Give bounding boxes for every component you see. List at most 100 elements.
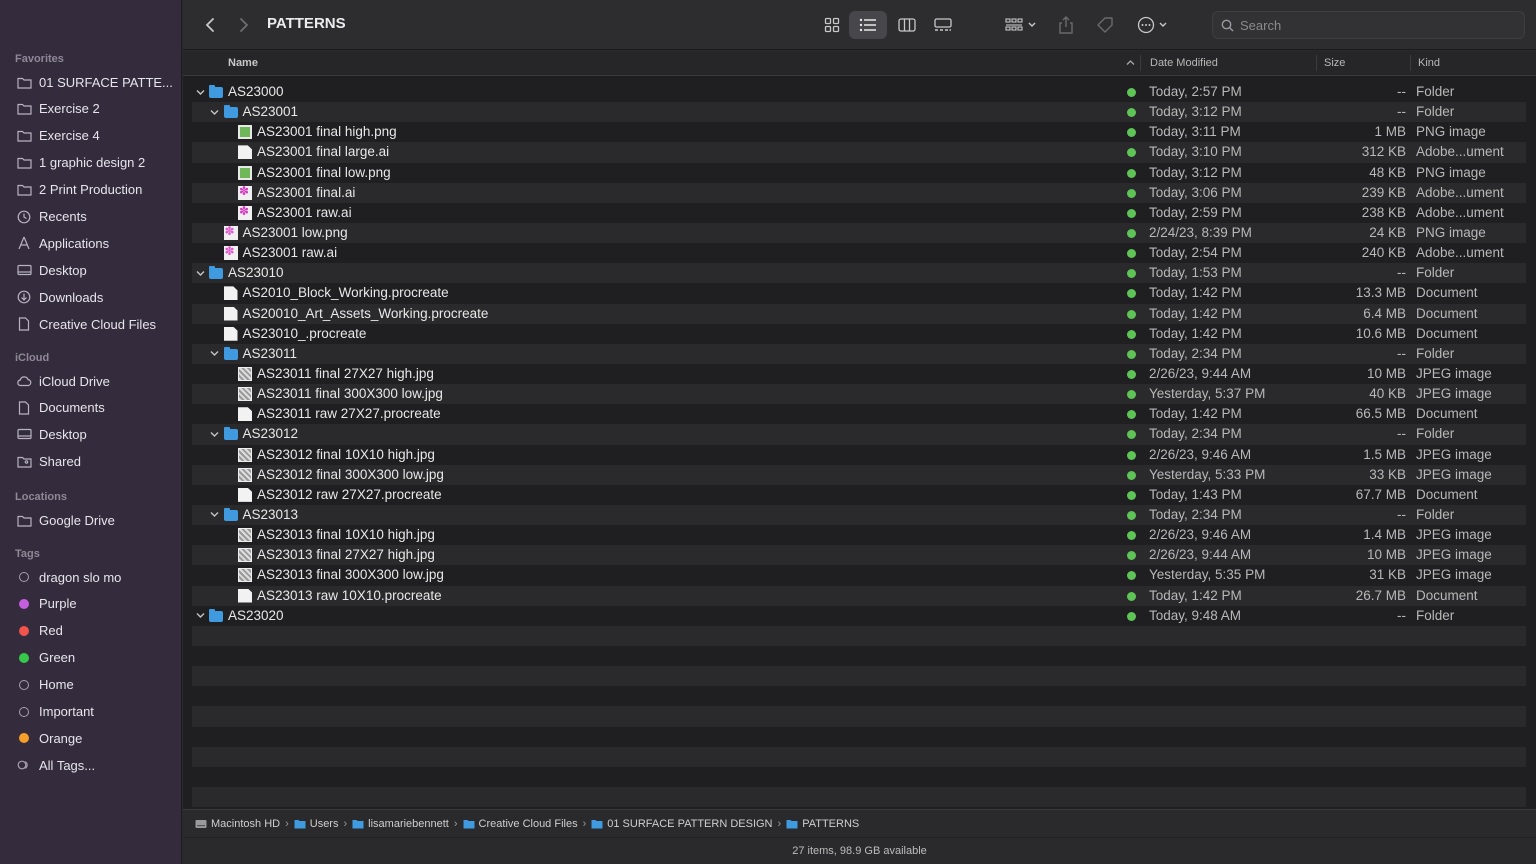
sync-status-icon xyxy=(1127,430,1136,440)
table-row[interactable]: AS23012 Today, 2:34 PM -- Folder xyxy=(192,424,1526,445)
table-row[interactable]: AS23011 final 27X27 high.jpg 2/26/23, 9:4… xyxy=(192,364,1526,384)
disclosure-chevron-down-icon[interactable] xyxy=(210,509,220,521)
sidebar-favorite-item[interactable]: 1 graphic design 2 xyxy=(16,153,176,173)
search-field[interactable] xyxy=(1212,11,1525,39)
disclosure-chevron-down-icon[interactable] xyxy=(210,348,220,360)
icon-view-button[interactable] xyxy=(817,11,847,39)
path-bar-item[interactable]: lisamariebennett xyxy=(352,818,449,830)
table-row[interactable]: AS23000 Today, 2:57 PM -- Folder xyxy=(192,82,1526,102)
date-modified: Today, 1:42 PM xyxy=(1149,285,1242,301)
sidebar-favorite-item[interactable]: 01 SURFACE PATTE... xyxy=(16,72,176,92)
file-size: 312 KB xyxy=(1361,144,1406,160)
more-actions-button[interactable] xyxy=(1133,11,1171,39)
sidebar-favorite-item[interactable]: Exercise 4 xyxy=(16,126,176,146)
sidebar-icloud-item[interactable]: Desktop xyxy=(16,425,176,445)
grid-icon xyxy=(824,17,840,33)
path-bar-item[interactable]: 01 SURFACE PATTERN DESIGN xyxy=(591,818,773,830)
sidebar-icloud-item[interactable]: iCloud Drive xyxy=(16,371,176,391)
group-by-button[interactable] xyxy=(1001,11,1041,39)
back-button[interactable] xyxy=(199,11,221,39)
table-row[interactable]: AS23011 raw 27X27.procreate Today, 1:42 P… xyxy=(192,404,1526,424)
tag-button[interactable] xyxy=(1093,11,1117,39)
column-kind[interactable]: Kind xyxy=(1418,57,1440,69)
file-kind: JPEG image xyxy=(1416,365,1492,381)
table-row[interactable]: AS23020 Today, 9:48 AM -- Folder xyxy=(192,606,1526,626)
table-row[interactable]: AS23001 raw.ai Today, 2:54 PM 240 KB Adobe.… xyxy=(192,243,1526,263)
column-name[interactable]: Name xyxy=(228,57,258,69)
sidebar-favorite-item[interactable]: Creative Cloud Files xyxy=(16,314,176,334)
table-row[interactable]: AS23013 final 27X27 high.jpg 2/26/23, 9:4… xyxy=(192,545,1526,566)
file-kind: PNG image xyxy=(1416,224,1486,240)
table-row[interactable]: AS23010 Today, 1:53 PM -- Folder xyxy=(192,263,1526,284)
table-row[interactable]: AS23013 final 10X10 high.jpg 2/26/23, 9:4… xyxy=(192,525,1526,545)
path-bar-item[interactable]: Creative Cloud Files xyxy=(463,818,578,830)
date-modified: Today, 1:42 PM xyxy=(1149,305,1242,321)
table-row[interactable]: AS23001 low.png 2/24/23, 8:39 PM 24 KB PNG … xyxy=(192,222,1526,244)
file-kind: Folder xyxy=(1416,506,1455,522)
sidebar-tag-item[interactable]: Important xyxy=(16,702,176,722)
sidebar-tag-label: Home xyxy=(39,677,74,693)
sidebar-tag-item[interactable]: Red xyxy=(16,621,176,641)
table-row[interactable]: AS23001 final high.png Today, 3:11 PM 1 MB… xyxy=(192,122,1526,142)
table-row[interactable]: AS23012 final 300X300 low.jpg Yesterday, … xyxy=(192,464,1526,485)
table-row[interactable]: AS23011 Today, 2:34 PM -- Folder xyxy=(192,343,1526,364)
table-row[interactable]: AS23013 raw 10X10.procreate Today, 1:42 P… xyxy=(192,585,1526,606)
sidebar-tag-item[interactable]: dragon slo mo xyxy=(16,567,176,587)
disclosure-chevron-down-icon[interactable] xyxy=(195,610,205,622)
file-kind: JPEG image xyxy=(1416,547,1492,563)
table-row[interactable]: AS23001 Today, 3:12 PM -- Folder xyxy=(192,102,1526,123)
table-row[interactable]: AS20010_Art_Assets_Working.procreate Toda… xyxy=(192,303,1526,324)
sidebar-icloud-item[interactable]: Documents xyxy=(16,398,176,418)
file-kind: PNG image xyxy=(1416,124,1486,140)
column-size[interactable]: Size xyxy=(1324,57,1345,69)
sidebar-tag-item[interactable]: Green xyxy=(16,648,176,668)
search-input[interactable] xyxy=(1240,17,1500,33)
file-kind: JPEG image xyxy=(1416,527,1492,543)
path-bar-item[interactable]: Users xyxy=(294,818,338,830)
sidebar-icloud-item[interactable]: Shared xyxy=(16,452,176,472)
list-view-button[interactable] xyxy=(849,11,887,39)
sidebar-tag-item[interactable]: Orange xyxy=(16,728,176,748)
table-row[interactable]: AS23011 final 300X300 low.jpg Yesterday, … xyxy=(192,384,1526,405)
file-size: 238 KB xyxy=(1361,204,1406,220)
sidebar-favorite-item[interactable]: Applications xyxy=(16,233,176,253)
empty-row xyxy=(192,625,1526,646)
clock-icon xyxy=(16,209,32,225)
table-row[interactable]: AS23001 final low.png Today, 3:12 PM 48 KB… xyxy=(192,163,1526,183)
sidebar-favorite-item[interactable]: Downloads xyxy=(16,287,176,307)
column-date-modified[interactable]: Date Modified xyxy=(1150,57,1218,69)
path-bar-item[interactable]: Macintosh HD xyxy=(195,818,280,830)
sidebar-tag-item[interactable]: Purple xyxy=(16,594,176,614)
gallery-view-button[interactable] xyxy=(927,11,959,39)
sidebar-favorite-item[interactable]: Desktop xyxy=(16,260,176,280)
file-kind: JPEG image xyxy=(1416,386,1492,402)
table-row[interactable]: AS23010_.procreate Today, 1:42 PM 10.6 MB D… xyxy=(192,324,1526,344)
disclosure-chevron-down-icon[interactable] xyxy=(195,86,205,98)
table-row[interactable]: AS23012 final 10X10 high.jpg 2/26/23, 9:4… xyxy=(192,445,1526,465)
file-name: AS23011 final 300X300 low.jpg xyxy=(257,386,443,402)
sidebar-location-item[interactable]: Google Drive xyxy=(16,510,176,530)
sidebar-favorite-item[interactable]: Recents xyxy=(16,207,176,227)
sync-status-icon xyxy=(1127,611,1136,621)
table-row[interactable]: AS23001 final large.ai Today, 3:10 PM 312 … xyxy=(192,142,1526,163)
table-row[interactable]: AS23013 Today, 2:34 PM -- Folder xyxy=(192,504,1526,526)
forward-button[interactable] xyxy=(233,11,255,39)
table-row[interactable]: AS23001 final.ai Today, 3:06 PM 239 KB Adob… xyxy=(192,182,1526,203)
sidebar-tag-item[interactable]: Home xyxy=(16,675,176,695)
disclosure-chevron-down-icon[interactable] xyxy=(210,106,220,118)
table-row[interactable]: AS23013 final 300X300 low.jpg Yesterday, … xyxy=(192,565,1526,585)
share-button[interactable] xyxy=(1055,11,1077,39)
path-bar-item[interactable]: PATTERNS xyxy=(786,818,859,830)
sync-status-icon xyxy=(1127,450,1136,460)
disclosure-chevron-down-icon[interactable] xyxy=(195,267,205,279)
file-size: -- xyxy=(1397,426,1406,442)
folder-icon xyxy=(294,819,306,829)
table-row[interactable]: AS23012 raw 27X27.procreate Today, 1:43 P… xyxy=(192,485,1526,505)
sidebar-favorite-item[interactable]: 2 Print Production xyxy=(16,180,176,200)
table-row[interactable]: AS23001 raw.ai Today, 2:59 PM 238 KB Adobe.… xyxy=(192,203,1526,223)
table-row[interactable]: AS2010_Block_Working.procreate Today, 1:4… xyxy=(192,283,1526,303)
column-view-button[interactable] xyxy=(891,11,923,39)
sidebar-tag-item[interactable]: All Tags... xyxy=(16,755,176,775)
sidebar-favorite-item[interactable]: Exercise 2 xyxy=(16,99,176,119)
disclosure-chevron-down-icon[interactable] xyxy=(210,428,220,440)
